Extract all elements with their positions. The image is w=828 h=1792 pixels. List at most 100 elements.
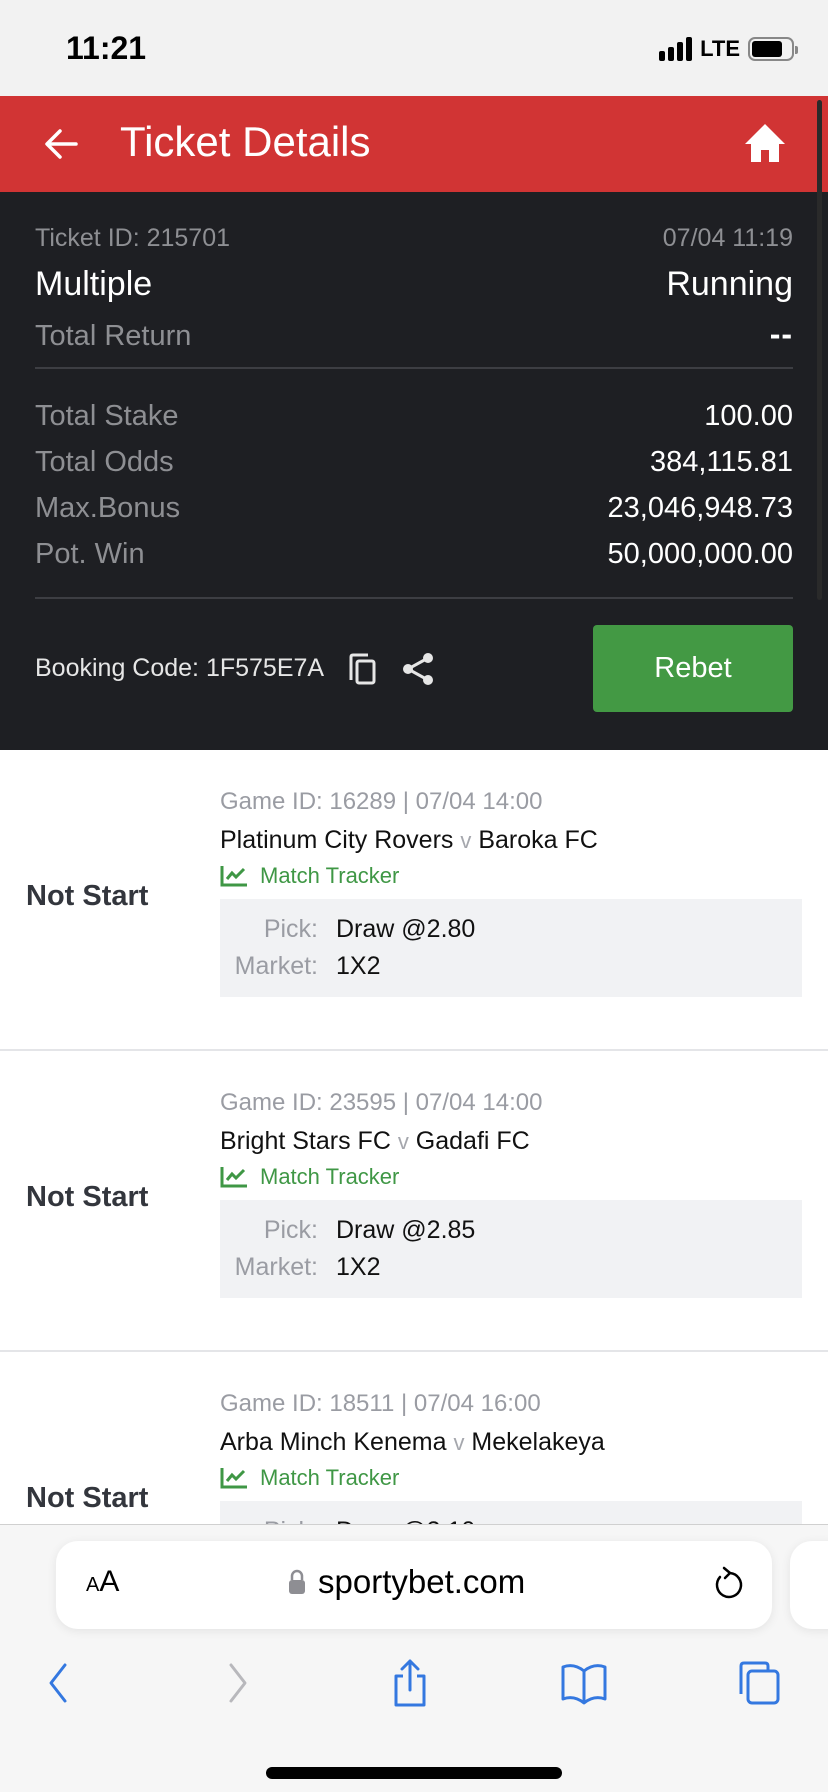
- stat-max-bonus: Max.Bonus 23,046,948.73: [35, 485, 793, 531]
- arrow-left-icon: [45, 129, 78, 159]
- share-button[interactable]: [400, 651, 436, 687]
- chart-line-icon: [220, 1468, 247, 1489]
- browser-toolbar: AA sportybet.com: [0, 1524, 828, 1792]
- stat-value: 23,046,948.73: [607, 491, 793, 524]
- match-tracker-label: Match Tracker: [260, 1465, 400, 1490]
- match-tracker-label: Match Tracker: [260, 863, 400, 888]
- tabs-icon: [739, 1661, 780, 1705]
- game-item: Not Start Game ID: 23595 | 07/04 14:00 B…: [0, 1051, 828, 1352]
- bookmarks-button[interactable]: [554, 1653, 614, 1713]
- rebet-button[interactable]: Rebet: [593, 625, 793, 712]
- browser-nav: [0, 1653, 828, 1723]
- game-id-time: Game ID: 23595 | 07/04 14:00: [220, 1089, 543, 1116]
- away-team: Baroka FC: [478, 826, 598, 854]
- tabs-button[interactable]: [730, 1653, 790, 1713]
- page-scrollbar[interactable]: [817, 100, 822, 600]
- stat-pot-win: Pot. Win 50,000,000.00: [35, 531, 793, 577]
- stat-value: 100.00: [704, 399, 793, 432]
- home-team: Bright Stars FC: [220, 1127, 391, 1155]
- book-icon: [561, 1664, 607, 1705]
- game-teams: Bright Stars FC v Gadafi FC: [220, 1127, 802, 1156]
- address-bar[interactable]: AA sportybet.com: [56, 1541, 772, 1629]
- stat-label: Pot. Win: [35, 537, 145, 570]
- market-label: Market:: [234, 952, 318, 980]
- divider: [35, 367, 793, 369]
- market-value: 1X2: [336, 952, 381, 980]
- booking-row: Booking Code: 1F575E7A Rebet: [35, 625, 793, 712]
- game-id-time: Game ID: 18511 | 07/04 16:00: [220, 1390, 541, 1417]
- status-bar: 11:21 LTE: [0, 0, 828, 96]
- bet-type: Multiple: [35, 265, 153, 303]
- status-time: 11:21: [66, 30, 147, 66]
- away-team: Mekelakeya: [471, 1428, 605, 1456]
- url-display: sportybet.com: [288, 1563, 525, 1601]
- away-team: Gadafi FC: [415, 1127, 530, 1155]
- browser-forward-button[interactable]: [208, 1653, 268, 1713]
- market-label: Market:: [234, 1253, 318, 1281]
- match-tracker-link[interactable]: Match Tracker: [220, 1164, 802, 1190]
- stat-label: Total Odds: [35, 445, 174, 478]
- market-value: 1X2: [336, 1253, 381, 1281]
- copy-icon: [349, 653, 376, 684]
- ticket-datetime: 07/04 11:19: [662, 224, 793, 252]
- chevron-left-icon: [49, 1663, 67, 1703]
- pick-label: Pick:: [263, 1216, 318, 1244]
- game-id-time: Game ID: 16289 | 07/04 14:00: [220, 788, 543, 815]
- text-size-small: A: [86, 1574, 100, 1596]
- url-text: sportybet.com: [318, 1563, 526, 1600]
- chart-line-icon: [220, 866, 247, 887]
- game-status: Not Start: [26, 880, 149, 912]
- pick-box: Pick: Draw @2.85 Market: 1X2: [220, 1200, 802, 1298]
- stat-total-odds: Total Odds 384,115.81: [35, 439, 793, 485]
- match-tracker-label: Match Tracker: [260, 1164, 400, 1189]
- text-size-button[interactable]: AA: [86, 1565, 119, 1599]
- lock-icon: [289, 1569, 305, 1594]
- chevron-right-icon: [229, 1663, 247, 1703]
- stat-label: Total Stake: [35, 399, 179, 432]
- ticket-stats: Total Stake 100.00 Total Odds 384,115.81…: [35, 393, 793, 577]
- chart-line-icon: [220, 1167, 247, 1188]
- next-tab-preview[interactable]: [790, 1541, 828, 1629]
- divider: [35, 597, 793, 599]
- home-indicator: [266, 1767, 562, 1779]
- total-return-label: Total Return: [35, 320, 192, 352]
- game-item: Not Start Game ID: 16289 | 07/04 14:00 P…: [0, 750, 828, 1051]
- game-status: Not Start: [26, 1181, 149, 1213]
- battery-icon: [748, 37, 798, 61]
- pick-label: Pick:: [263, 915, 318, 943]
- reload-button[interactable]: [708, 1565, 748, 1605]
- stat-label: Max.Bonus: [35, 491, 181, 524]
- status-icons: LTE: [659, 36, 798, 62]
- reload-icon: [715, 1566, 743, 1599]
- pick-value: Draw @2.80: [336, 915, 476, 943]
- ticket-summary: Ticket ID: 215701 07/04 11:19 Multiple R…: [0, 192, 828, 750]
- network-type: LTE: [700, 36, 740, 61]
- total-return-value: --: [769, 316, 793, 352]
- home-icon: [745, 124, 785, 162]
- pick-value: Draw @2.85: [336, 1216, 476, 1244]
- copy-button[interactable]: [344, 651, 380, 687]
- app-header: Ticket Details: [0, 96, 828, 192]
- signal-icon: [659, 37, 693, 61]
- browser-back-button[interactable]: [28, 1653, 88, 1713]
- share-page-button[interactable]: [380, 1653, 440, 1713]
- versus: v: [397, 1129, 409, 1154]
- share-up-icon: [394, 1659, 426, 1707]
- match-tracker-link[interactable]: Match Tracker: [220, 863, 802, 889]
- text-size-large: A: [99, 1565, 120, 1598]
- share-icon: [403, 652, 434, 685]
- booking-code: Booking Code: 1F575E7A: [35, 654, 325, 682]
- game-teams: Platinum City Rovers v Baroka FC: [220, 826, 802, 855]
- stat-value: 384,115.81: [650, 445, 793, 478]
- ticket-status: Running: [666, 265, 793, 303]
- game-status: Not Start: [26, 1482, 149, 1514]
- pick-box: Pick: Draw @2.80 Market: 1X2: [220, 899, 802, 997]
- page-title: Ticket Details: [120, 118, 371, 165]
- home-button[interactable]: [742, 120, 788, 166]
- versus: v: [460, 828, 472, 853]
- stat-total-stake: Total Stake 100.00: [35, 393, 793, 439]
- home-team: Platinum City Rovers: [220, 826, 454, 854]
- match-tracker-link[interactable]: Match Tracker: [220, 1465, 802, 1491]
- home-team: Arba Minch Kenema: [220, 1428, 447, 1456]
- back-button[interactable]: [40, 122, 84, 166]
